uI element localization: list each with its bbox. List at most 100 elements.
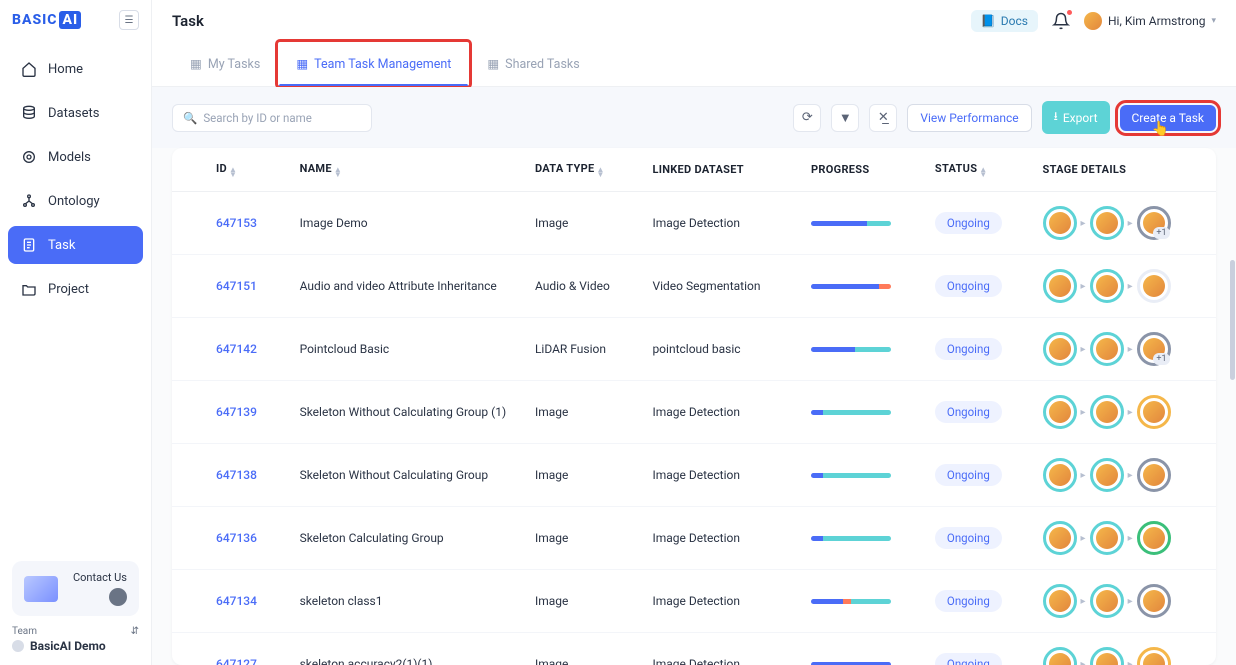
- contact-us-card[interactable]: Contact Us: [12, 561, 139, 616]
- tab-my-tasks[interactable]: ▦My Tasks: [172, 42, 278, 86]
- task-id-link[interactable]: 647153: [216, 216, 257, 230]
- columns-button[interactable]: ✕̲: [869, 104, 897, 132]
- stage-avatar[interactable]: +1: [1137, 332, 1171, 366]
- column-header[interactable]: ID▲▼: [172, 148, 290, 192]
- tab-icon: ▦: [487, 56, 499, 72]
- stage-avatar[interactable]: [1043, 395, 1077, 429]
- task-dataset: Image Detection: [642, 192, 801, 255]
- task-id-link[interactable]: 647134: [216, 594, 257, 608]
- stage-avatar[interactable]: [1043, 332, 1077, 366]
- stage-avatar[interactable]: [1043, 269, 1077, 303]
- stage-details: ▸▸+1: [1043, 332, 1206, 366]
- stage-avatar[interactable]: [1090, 458, 1124, 492]
- task-name: Skeleton Without Calculating Group (1): [290, 381, 525, 444]
- chevron-right-icon: ▸: [1128, 470, 1133, 481]
- task-dataset: Image Detection: [642, 633, 801, 665]
- filter-button[interactable]: ▼: [831, 104, 859, 132]
- stage-avatar[interactable]: [1137, 395, 1171, 429]
- sidebar-item-project[interactable]: Project: [8, 270, 143, 308]
- view-performance-button[interactable]: View Performance: [907, 104, 1031, 132]
- stage-avatar[interactable]: [1090, 395, 1124, 429]
- filter-icon: ▼: [839, 110, 852, 126]
- sidebar-item-home[interactable]: Home: [8, 50, 143, 88]
- task-id-link[interactable]: 647151: [216, 279, 257, 293]
- tab-team-task-management[interactable]: ▦Team Task Management: [278, 42, 469, 86]
- docs-button[interactable]: 📘 Docs: [971, 10, 1038, 32]
- team-switcher[interactable]: Team⇵ BasicAI Demo: [12, 626, 139, 653]
- sort-icon: ▲▼: [229, 167, 237, 177]
- brand-logo: BASICAI: [12, 12, 81, 28]
- status-badge: Ongoing: [935, 401, 1002, 423]
- stage-avatar[interactable]: [1090, 332, 1124, 366]
- refresh-button[interactable]: ⟳: [793, 104, 821, 132]
- export-button[interactable]: ⭳Export: [1042, 101, 1110, 134]
- columns-icon: ✕̲: [878, 110, 889, 125]
- task-id-link[interactable]: 647138: [216, 468, 257, 482]
- stage-avatar[interactable]: [1090, 647, 1124, 665]
- search-input[interactable]: 🔍 Search by ID or name: [172, 104, 372, 132]
- notifications-button[interactable]: [1052, 12, 1070, 30]
- chevron-right-icon: ▸: [1128, 407, 1133, 418]
- chevron-right-icon: ▸: [1128, 344, 1133, 355]
- stage-avatar[interactable]: [1090, 521, 1124, 555]
- task-name: Skeleton Without Calculating Group: [290, 444, 525, 507]
- progress-bar: [811, 662, 891, 665]
- sidebar-item-label: Project: [48, 282, 89, 297]
- task-datatype: Image: [525, 507, 643, 570]
- topbar: Task 📘 Docs Hi, Kim Armstrong ▾: [152, 0, 1236, 42]
- stage-avatar[interactable]: [1043, 647, 1077, 665]
- chevron-right-icon: ▸: [1081, 281, 1086, 292]
- stage-details: ▸▸: [1043, 521, 1206, 555]
- column-header[interactable]: NAME▲▼: [290, 148, 525, 192]
- sidebar-item-label: Home: [48, 62, 83, 77]
- task-id-link[interactable]: 647136: [216, 531, 257, 545]
- sidebar-footer: Contact Us Team⇵ BasicAI Demo: [0, 549, 151, 665]
- stage-details: ▸▸: [1043, 395, 1206, 429]
- sidebar-item-datasets[interactable]: Datasets: [8, 94, 143, 132]
- table-row: 647127skeleton accuracy2(1)(1)ImageImage…: [172, 633, 1216, 665]
- refresh-icon: ⟳: [802, 110, 813, 125]
- tab-shared-tasks[interactable]: ▦Shared Tasks: [469, 42, 597, 86]
- sidebar-item-label: Task: [48, 238, 75, 253]
- tab-icon: ▦: [296, 56, 308, 72]
- create-task-button[interactable]: Create a Task 👆: [1120, 105, 1217, 131]
- sidebar-item-models[interactable]: Models: [8, 138, 143, 176]
- chevron-right-icon: ▸: [1081, 470, 1086, 481]
- stage-avatar[interactable]: [1137, 647, 1171, 665]
- contact-us-label: Contact Us: [73, 571, 127, 584]
- chevron-right-icon: ▸: [1081, 596, 1086, 607]
- sidebar-item-task[interactable]: Task: [8, 226, 143, 264]
- task-name: Image Demo: [290, 192, 525, 255]
- column-header: STAGE DETAILS: [1033, 148, 1216, 192]
- column-header[interactable]: STATUS▲▼: [925, 148, 1033, 192]
- stage-avatar[interactable]: [1137, 521, 1171, 555]
- sidebar-item-label: Models: [48, 150, 91, 165]
- user-menu[interactable]: Hi, Kim Armstrong ▾: [1084, 12, 1216, 30]
- stage-avatar[interactable]: [1043, 206, 1077, 240]
- table-row: 647136Skeleton Calculating GroupImageIma…: [172, 507, 1216, 570]
- task-id-link[interactable]: 647127: [216, 657, 257, 665]
- sidebar-item-label: Ontology: [48, 194, 100, 209]
- stage-avatar[interactable]: [1043, 584, 1077, 618]
- task-datatype: Image: [525, 570, 643, 633]
- stage-avatar[interactable]: [1043, 521, 1077, 555]
- stage-avatar[interactable]: [1137, 269, 1171, 303]
- scrollbar[interactable]: [1230, 260, 1235, 380]
- task-id-link[interactable]: 647142: [216, 342, 257, 356]
- stage-avatar[interactable]: [1137, 584, 1171, 618]
- docs-icon: 📘: [981, 14, 996, 28]
- stage-avatar[interactable]: [1043, 458, 1077, 492]
- task-dataset: Image Detection: [642, 507, 801, 570]
- stage-avatar[interactable]: [1090, 206, 1124, 240]
- stage-avatar[interactable]: [1090, 584, 1124, 618]
- sidebar-collapse-button[interactable]: ☰: [119, 10, 139, 30]
- team-avatar-icon: [12, 640, 24, 652]
- stage-avatar[interactable]: +1: [1137, 206, 1171, 240]
- task-id-link[interactable]: 647139: [216, 405, 257, 419]
- stage-avatar[interactable]: [1137, 458, 1171, 492]
- column-header[interactable]: DATA TYPE▲▼: [525, 148, 643, 192]
- chevron-down-icon: ▾: [1211, 16, 1216, 26]
- stage-avatar[interactable]: [1090, 269, 1124, 303]
- sidebar-item-ontology[interactable]: Ontology: [8, 182, 143, 220]
- progress-bar: [811, 347, 891, 352]
